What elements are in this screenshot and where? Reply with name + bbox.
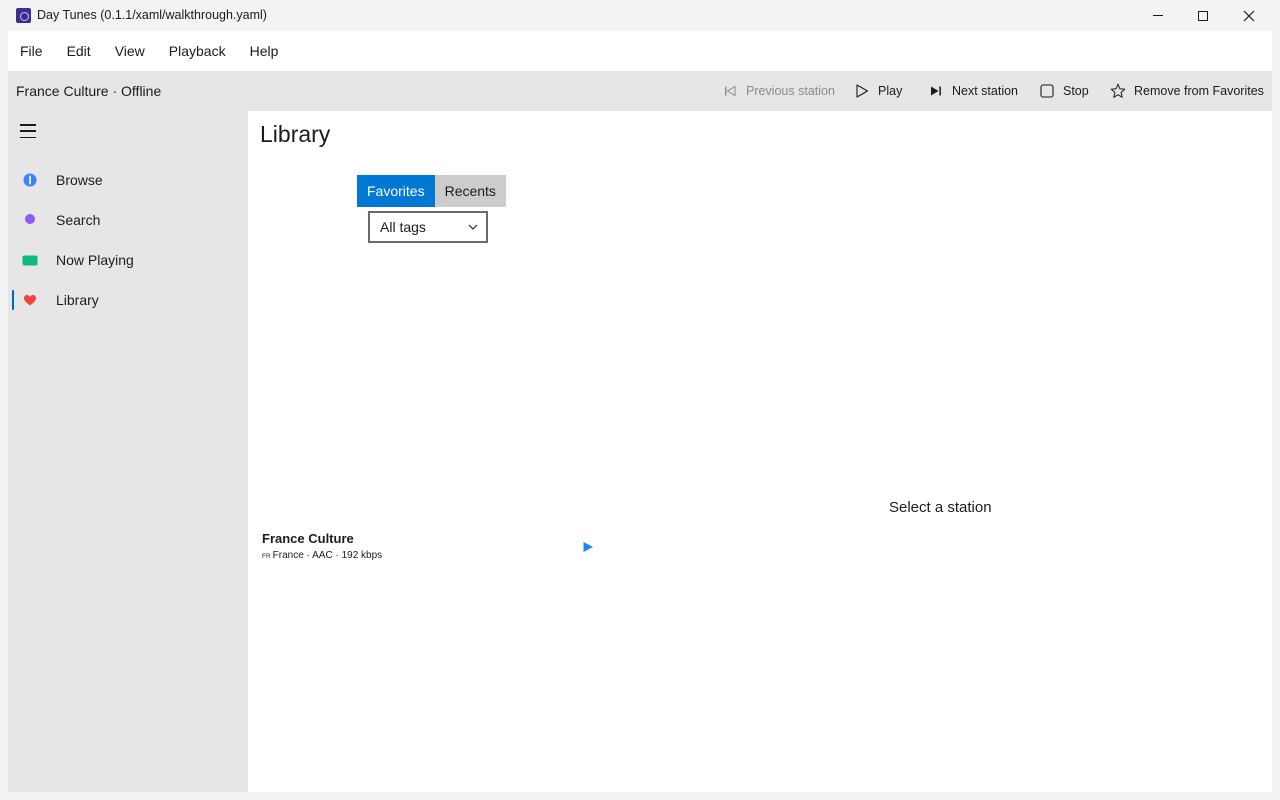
window-title: Day Tunes (0.1.1/xaml/walkthrough.yaml) (37, 8, 267, 22)
station-name: France Culture (262, 531, 354, 546)
remove-favorite-label: Remove from Favorites (1134, 84, 1264, 98)
menu-edit[interactable]: Edit (55, 31, 103, 71)
station-meta: FR France · AAC · 192 kbps (262, 550, 382, 561)
chevron-down-icon (468, 224, 478, 230)
navigation-pane: Browse Search Now Playing Library (8, 111, 248, 792)
nav-label-now-playing: Now Playing (56, 252, 134, 268)
toolbar: France Culture · Offline Previous statio… (8, 71, 1272, 111)
play-button[interactable]: Play (854, 71, 902, 111)
play-station-icon[interactable] (582, 541, 594, 553)
search-icon (25, 214, 35, 224)
nav-label-library: Library (56, 292, 99, 308)
stop-button[interactable]: Stop (1039, 71, 1089, 111)
page-title: Library (260, 121, 331, 147)
compass-icon (23, 173, 37, 187)
previous-station-button[interactable]: Previous station (722, 71, 835, 111)
previous-station-label: Previous station (746, 84, 835, 98)
play-icon (854, 83, 870, 99)
stop-icon (1039, 83, 1055, 99)
main-content: Library Favorites Recents All tags Franc… (248, 111, 1272, 792)
next-station-label: Next station (952, 84, 1019, 98)
star-icon (1110, 83, 1126, 99)
menu-playback[interactable]: Playback (157, 31, 238, 71)
now-playing-icon (22, 255, 38, 266)
country-code: FR (262, 553, 271, 560)
close-icon (1243, 10, 1255, 21)
station-details: France · AAC · 192 kbps (272, 550, 383, 561)
menu-view[interactable]: View (103, 31, 157, 71)
menu-file[interactable]: File (8, 31, 55, 71)
app-icon (16, 8, 31, 23)
tag-filter-value: All tags (380, 219, 426, 235)
play-label: Play (878, 84, 903, 98)
close-button[interactable] (1226, 0, 1272, 31)
nav-item-library[interactable]: Library (8, 282, 248, 318)
maximize-icon (1198, 10, 1208, 21)
title-bar: Day Tunes (0.1.1/xaml/walkthrough.yaml) (0, 0, 1280, 31)
library-tab-switch: Favorites Recents (357, 175, 506, 207)
stop-label: Stop (1063, 84, 1089, 98)
tag-filter-dropdown[interactable]: All tags (368, 211, 488, 243)
skip-next-icon (928, 83, 944, 99)
nav-item-browse[interactable]: Browse (8, 162, 248, 198)
skip-previous-icon (722, 83, 738, 99)
maximize-button[interactable] (1180, 0, 1226, 31)
hamburger-menu-icon[interactable] (20, 124, 36, 138)
menu-help[interactable]: Help (238, 31, 291, 71)
nav-label-browse: Browse (56, 172, 103, 188)
station-status: France Culture · Offline (16, 83, 162, 99)
nav-item-search[interactable]: Search (8, 202, 248, 238)
nav-label-search: Search (56, 212, 101, 228)
minimize-icon (1153, 15, 1163, 16)
remove-favorite-button[interactable]: Remove from Favorites (1110, 71, 1264, 111)
detail-placeholder: Select a station (889, 499, 992, 516)
tab-recents[interactable]: Recents (434, 175, 506, 207)
next-station-button[interactable]: Next station (928, 71, 1018, 111)
tab-favorites[interactable]: Favorites (357, 175, 435, 207)
list-item[interactable]: France Culture FR France · AAC · 192 kbps (262, 529, 602, 565)
nav-item-now-playing[interactable]: Now Playing (8, 242, 248, 278)
selection-indicator (12, 290, 14, 310)
minimize-button[interactable] (1135, 0, 1181, 31)
menu-bar: File Edit View Playback Help (8, 31, 1272, 71)
heart-icon (24, 295, 36, 306)
